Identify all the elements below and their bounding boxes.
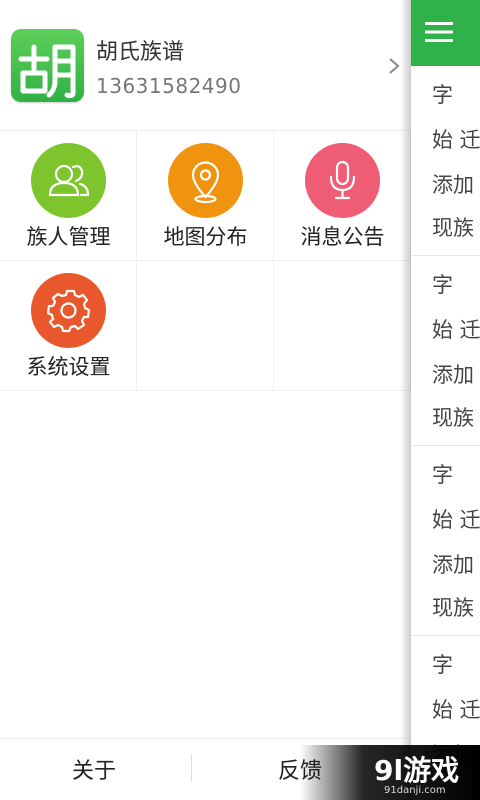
list-item-text: 字 bbox=[432, 83, 453, 107]
profile-header[interactable]: 胡氏族谱 13631582490 bbox=[0, 0, 411, 131]
menu-item-label: 族人管理 bbox=[26, 225, 111, 249]
hu-logo-icon bbox=[18, 44, 76, 99]
hamburger-menu-icon[interactable] bbox=[425, 20, 455, 44]
list-item-text: 添加 bbox=[432, 173, 474, 197]
app-logo bbox=[11, 29, 84, 102]
list-item-text: 字 bbox=[432, 463, 453, 487]
user-name: 胡氏族谱 bbox=[96, 40, 185, 65]
list-item-text: 现族 bbox=[432, 406, 474, 430]
list-item-text: 始 迁 bbox=[432, 698, 480, 722]
menu-item-map[interactable]: 地图分布 bbox=[137, 131, 274, 261]
menu-item-members[interactable]: 族人管理 bbox=[0, 131, 137, 261]
menu-item-announcements[interactable]: 消息公告 bbox=[274, 131, 411, 261]
menu-item-settings[interactable]: 系统设置 bbox=[0, 261, 137, 391]
list-item-text: 始 迁 bbox=[432, 318, 480, 342]
menu-item-label: 地图分布 bbox=[163, 225, 248, 249]
people-icon bbox=[31, 143, 106, 218]
list-item-text: 字 bbox=[432, 273, 453, 297]
list-item[interactable]: 字 始 迁 添加 现族 bbox=[411, 66, 480, 256]
main-content[interactable]: 字 始 迁 添加 现族 字 始 迁 添加 现族 字 始 迁 添加 现族 字 始 … bbox=[411, 0, 480, 800]
divider bbox=[191, 754, 192, 782]
app-bar bbox=[411, 0, 480, 66]
menu-item-label: 系统设置 bbox=[26, 355, 111, 379]
microphone-icon bbox=[305, 143, 380, 218]
navigation-drawer: 胡氏族谱 13631582490 族人管理 地图分布 消息公告 系统设置 关于 bbox=[0, 0, 411, 800]
watermark-url: 91danji.com bbox=[384, 785, 446, 796]
list-item-text: 添加 bbox=[432, 363, 474, 387]
list-item[interactable]: 字 始 迁 添加 现族 bbox=[411, 446, 480, 636]
list-item[interactable]: 字 始 迁 添加 现族 bbox=[411, 256, 480, 446]
gear-icon bbox=[31, 273, 106, 348]
list-item-text: 添加 bbox=[432, 553, 474, 577]
list-item-text: 现族 bbox=[432, 596, 474, 620]
list-item-text: 现族 bbox=[432, 216, 474, 240]
user-phone: 13631582490 bbox=[96, 74, 242, 98]
watermark-logo: 9l游戏 bbox=[374, 754, 460, 787]
about-button[interactable]: 关于 bbox=[72, 753, 116, 785]
list-item-text: 始 迁 bbox=[432, 508, 480, 532]
menu-item-label: 消息公告 bbox=[300, 225, 385, 249]
empty-cell bbox=[137, 261, 274, 391]
list-item-text: 始 迁 bbox=[432, 128, 480, 152]
empty-cell bbox=[274, 261, 411, 391]
site-watermark: 9l游戏 91danji.com bbox=[300, 745, 480, 800]
location-pin-icon bbox=[168, 143, 243, 218]
list-item-text: 字 bbox=[432, 653, 453, 677]
